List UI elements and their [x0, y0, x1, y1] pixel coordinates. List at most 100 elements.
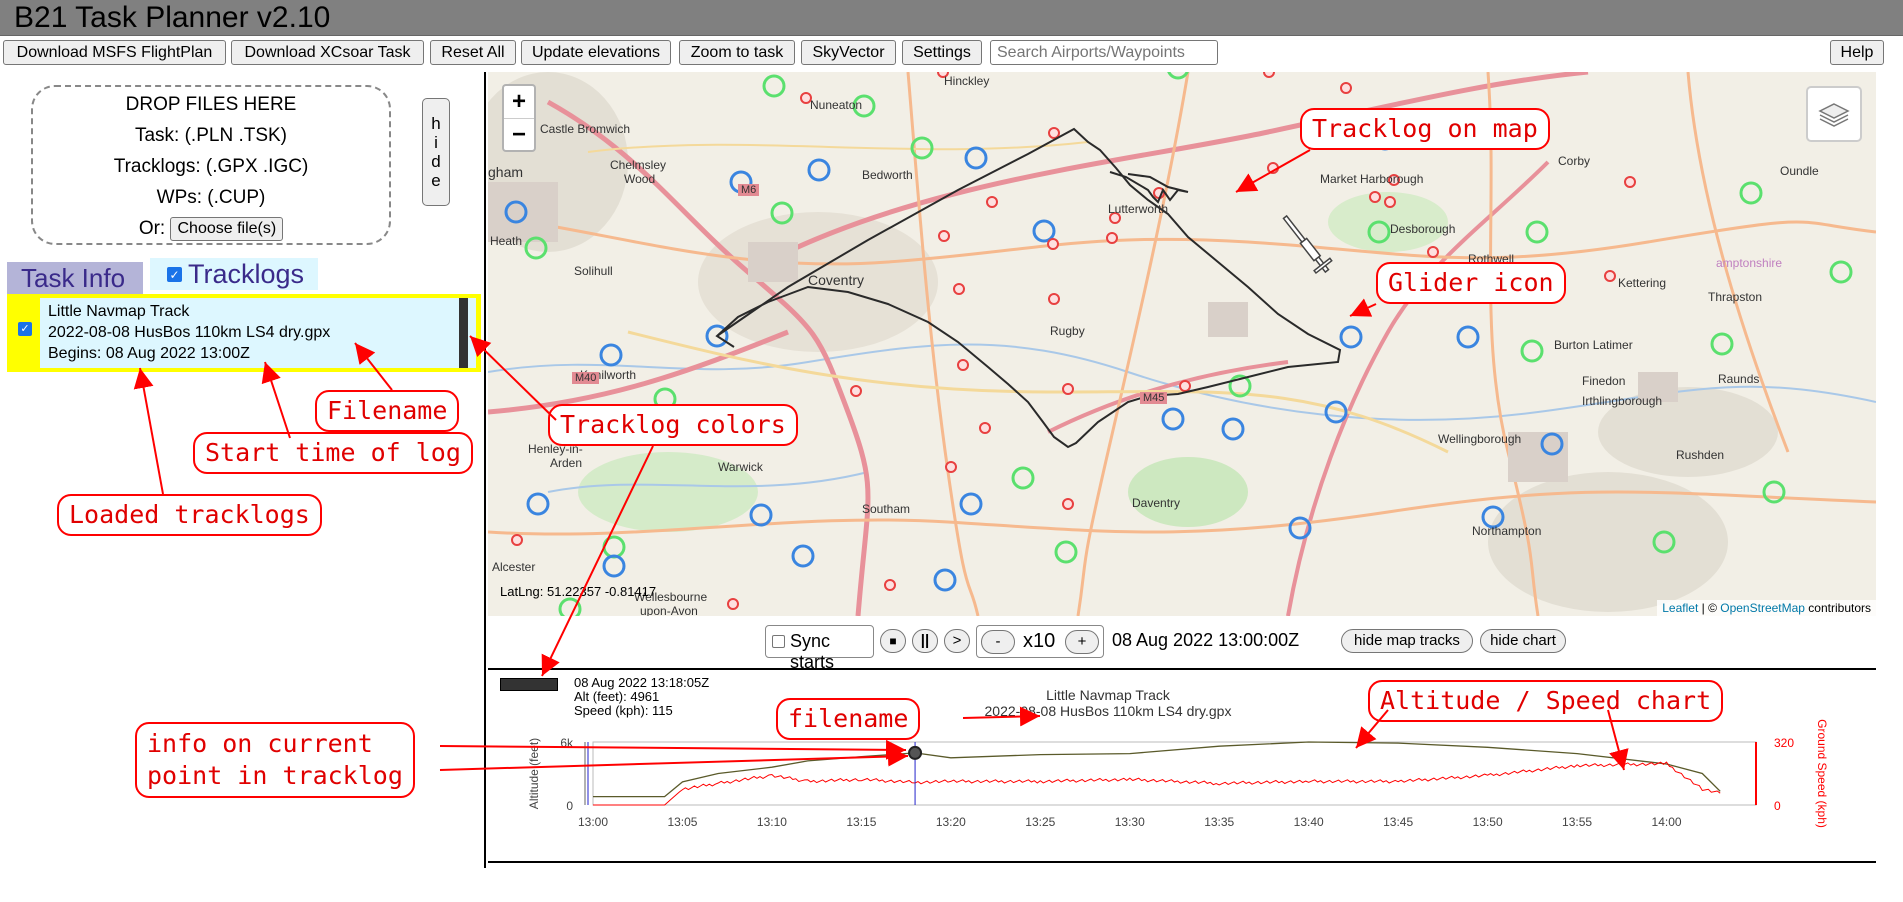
annotation-tracklog-on-map: Tracklog on map	[1300, 108, 1550, 150]
annotation-filename-lower: filename	[776, 698, 921, 740]
annotation-loaded-tracklogs: Loaded tracklogs	[57, 494, 322, 536]
hide-map-tracks-button[interactable]: hide map tracks	[1341, 629, 1473, 653]
place-label: Arden	[550, 456, 583, 470]
annotation-current-point-info: info on current point in tracklog	[135, 722, 415, 798]
place-label: Rushden	[1676, 448, 1725, 462]
tab-tracklogs[interactable]: ✓ Tracklogs	[150, 258, 318, 290]
speed-minus-button[interactable]: -	[981, 630, 1015, 654]
place-label: Bedworth	[862, 168, 913, 182]
place-label: gham	[488, 164, 524, 180]
map-attribution: Leaflet | © OpenStreetMap contributors	[1657, 600, 1876, 616]
stop-button[interactable]: ■	[880, 629, 906, 653]
file-drop-zone[interactable]: DROP FILES HERE Task: (.PLN .TSK) Trackl…	[31, 85, 391, 245]
place-label: Heath	[490, 234, 523, 248]
app-title: B21 Task Planner v2.10	[14, 1, 331, 34]
reset-all-button[interactable]: Reset All	[430, 40, 516, 65]
place-label: Nuneaton	[810, 98, 863, 112]
zoom-in-button[interactable]: +	[504, 86, 534, 118]
tracklog-item[interactable]: ✓ Little Navmap Track 2022-08-08 HusBos …	[18, 298, 476, 368]
current-point-marker	[908, 745, 923, 760]
search-input[interactable]: Search Airports/Waypoints	[990, 40, 1218, 65]
x-tick-label: 13:50	[1473, 815, 1503, 829]
annotation-altitude-speed-chart: Altitude / Speed chart	[1368, 680, 1724, 722]
x-tick-label: 13:05	[667, 815, 697, 829]
place-label: Chelmsley	[610, 158, 667, 172]
road-label: M45	[1140, 392, 1168, 404]
place-label: Market Harborough	[1320, 172, 1424, 186]
place-label: Oundle	[1780, 164, 1819, 178]
leaflet-link[interactable]: Leaflet	[1662, 601, 1698, 615]
speed-plus-button[interactable]: +	[1065, 630, 1099, 654]
y-right-label: Ground Speed (kph)	[1815, 719, 1829, 828]
tab-task-info[interactable]: Task Info	[7, 262, 143, 294]
place-label: Alcester	[492, 560, 536, 574]
latlng-readout: LatLng: 51.22357 -0.81417	[500, 584, 657, 599]
drop-wp-types: WPs: (.CUP)	[156, 187, 266, 208]
annotation-start-time: Start time of log	[193, 432, 473, 474]
drop-task-types: Task: (.PLN .TSK)	[134, 125, 288, 146]
place-label: Kettering	[1618, 276, 1667, 290]
x-tick-label: 13:35	[1204, 815, 1234, 829]
y-right-tick: 320	[1774, 736, 1794, 750]
download-xcsoar-button[interactable]: Download XCsoar Task	[231, 40, 424, 65]
place-label: Thrapston	[1708, 290, 1763, 304]
hide-chart-button[interactable]: hide chart	[1480, 629, 1566, 653]
place-label: Burton Latimer	[1554, 338, 1633, 352]
speed-control-box: - x10 +	[976, 625, 1104, 658]
place-label: Raunds	[1718, 372, 1760, 386]
download-msfs-button[interactable]: Download MSFS FlightPlan	[3, 40, 226, 65]
place-label: Wellingborough	[1438, 432, 1522, 446]
tracklog-begins: Begins: 08 Aug 2022 13:00Z	[48, 345, 250, 362]
place-label: Lutterworth	[1108, 202, 1169, 216]
place-label: amptonshire	[1716, 256, 1783, 270]
place-label: Warwick	[718, 460, 763, 474]
sync-starts-box[interactable]: Sync starts	[765, 625, 874, 672]
playback-controls: Sync starts ■ || > - x10 + 08 Aug 2022 1…	[488, 620, 1876, 672]
place-label: Corby	[1558, 154, 1591, 168]
skyvector-button[interactable]: SkyVector	[801, 40, 896, 65]
x-tick-label: 13:20	[936, 815, 966, 829]
place-label: Hinckley	[944, 74, 990, 88]
x-tick-label: 14:00	[1652, 815, 1682, 829]
zoom-to-task-button[interactable]: Zoom to task	[679, 40, 795, 65]
place-label: Coventry	[808, 272, 865, 288]
x-tick-label: 13:25	[1025, 815, 1055, 829]
sync-starts-checkbox[interactable]	[772, 635, 785, 648]
place-label: Daventry	[1132, 496, 1181, 510]
annotation-info-line1: info on current	[147, 729, 373, 758]
hide-panel-button[interactable]: hide	[422, 98, 450, 206]
osm-link[interactable]: OpenStreetMap	[1720, 601, 1805, 615]
place-label: Desborough	[1390, 222, 1456, 236]
panel-divider	[484, 72, 486, 868]
help-button[interactable]: Help	[1830, 40, 1884, 65]
place-label: Finedon	[1582, 374, 1626, 388]
play-button[interactable]: >	[944, 629, 970, 653]
place-label: Rugby	[1050, 324, 1085, 338]
attribution-contributors: contributors	[1804, 601, 1871, 615]
road-label: M40	[572, 372, 600, 384]
tracklog-color-swatch[interactable]	[459, 298, 468, 368]
drop-heading: DROP FILES HERE	[125, 94, 297, 115]
zoom-out-button[interactable]: −	[504, 118, 534, 150]
layers-control[interactable]	[1806, 86, 1862, 142]
sync-starts-label: Sync starts	[790, 631, 835, 672]
tracklog-filename: 2022-08-08 HusBos 110km LS4 dry.gpx	[48, 324, 331, 341]
tracklogs-checkbox[interactable]: ✓	[167, 267, 182, 282]
pause-button[interactable]: ||	[912, 629, 938, 653]
y-left-label: Altitude (feet)	[527, 738, 541, 809]
playback-time: 08 Aug 2022 13:00:00Z	[1112, 630, 1300, 650]
place-label: Northampton	[1472, 524, 1542, 538]
update-elevations-button[interactable]: Update elevations	[521, 40, 671, 65]
annotation-info-line2: point in tracklog	[147, 761, 403, 790]
x-tick-label: 13:55	[1562, 815, 1592, 829]
place-label: Irthlingborough	[1582, 394, 1663, 408]
place-label: Southam	[862, 502, 911, 516]
tracklog-checkbox[interactable]: ✓	[18, 322, 32, 336]
place-label: Solihull	[574, 264, 613, 278]
map[interactable]: Hinckley Nuneaton Castle Bromwich Chelms…	[488, 72, 1876, 616]
settings-button[interactable]: Settings	[902, 40, 982, 65]
x-tick-label: 13:15	[846, 815, 876, 829]
choose-files-button[interactable]: Choose file(s)	[170, 216, 284, 241]
annotation-glider-icon: Glider icon	[1376, 262, 1566, 304]
x-tick-label: 13:45	[1383, 815, 1413, 829]
